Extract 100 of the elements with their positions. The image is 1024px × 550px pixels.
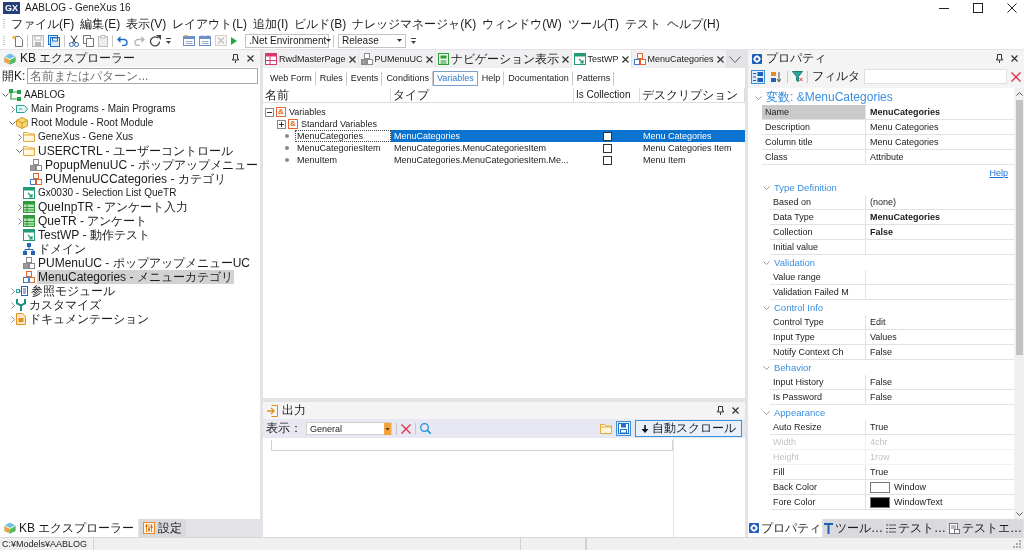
property-value[interactable]: False: [866, 345, 1014, 360]
pin-icon[interactable]: [996, 54, 1003, 63]
chevron-right-icon[interactable]: [10, 105, 15, 113]
clear-icon[interactable]: [1011, 71, 1021, 82]
property-value[interactable]: True: [866, 420, 1014, 435]
property-value[interactable]: WindowText: [866, 495, 1014, 510]
document-tab[interactable]: RwdMasterPage: [263, 50, 358, 68]
chevron-up-icon[interactable]: [1015, 92, 1023, 96]
document-tab[interactable]: ナビゲーション表示: [435, 50, 571, 68]
property-value[interactable]: MenuCategories: [866, 105, 1014, 120]
search-field[interactable]: 名前またはパターン...: [27, 68, 258, 84]
tree-item[interactable]: PUMenuUC - ポップアップメニューUC: [37, 256, 251, 270]
category-header[interactable]: Behavior: [752, 360, 1014, 375]
menu-item[interactable]: 編集(E): [77, 16, 124, 32]
menu-item[interactable]: ビルド(B): [291, 16, 350, 32]
tree-item[interactable]: Gx0030 - Selection List QueTR: [37, 186, 178, 200]
editor-tab[interactable]: Conditions: [382, 71, 433, 86]
variable-row[interactable]: MenuItem MenuCategories.MenuCategoriesItem.Me... Menu Item: [263, 154, 745, 166]
close-icon[interactable]: [1011, 55, 1018, 62]
chevron-right-icon[interactable]: [10, 287, 15, 295]
clear-icon[interactable]: [401, 423, 411, 434]
circular-arrow-icon[interactable]: [149, 34, 161, 47]
close-icon[interactable]: [1007, 3, 1017, 13]
property-value[interactable]: Edit: [866, 315, 1014, 330]
tree-item[interactable]: QueInpTR - アンケート入力: [37, 200, 190, 214]
copy-icon[interactable]: [83, 34, 94, 47]
auto-scroll-button[interactable]: 自動スクロール: [635, 420, 742, 437]
chevron-right-icon[interactable]: [17, 203, 22, 211]
editor-tab[interactable]: Events: [346, 71, 383, 86]
panel-tab[interactable]: テスト…: [885, 519, 947, 537]
minimize-icon[interactable]: [939, 7, 949, 9]
chevron-right-icon[interactable]: [10, 315, 15, 323]
property-value[interactable]: Values: [866, 330, 1014, 345]
tree-item[interactable]: カスタマイズ: [28, 298, 102, 312]
panel-tab[interactable]: ツール…: [823, 519, 884, 537]
play-icon[interactable]: [231, 36, 237, 45]
tree-item[interactable]: GeneXus - Gene Xus: [37, 130, 135, 144]
overflow-caret-icon[interactable]: [411, 37, 416, 44]
property-value[interactable]: Window: [866, 480, 1014, 495]
category-header[interactable]: Control Info: [752, 300, 1014, 315]
save-button[interactable]: [616, 421, 631, 436]
alphabetical-view-button[interactable]: [769, 69, 783, 84]
resize-grip-icon[interactable]: [1013, 540, 1021, 548]
editor-tab[interactable]: Web Form: [266, 71, 316, 86]
editor-tab[interactable]: Patterns: [572, 71, 615, 86]
property-value[interactable]: Menu Categories: [866, 135, 1014, 150]
tree-row[interactable]: & Standard Variables: [263, 118, 745, 130]
tree-item[interactable]: TestWP - 動作テスト: [37, 228, 151, 242]
menu-item[interactable]: ウィンドウ(W): [479, 16, 565, 32]
expand-box-icon[interactable]: [277, 119, 286, 129]
panel-tab[interactable]: プロパティ: [748, 519, 822, 537]
floppy-disks-icon[interactable]: [48, 34, 60, 47]
menu-item[interactable]: ヘルプ(H): [664, 16, 723, 32]
property-value[interactable]: Attribute: [866, 150, 1014, 165]
close-icon[interactable]: [247, 55, 254, 62]
chevron-down-icon[interactable]: [729, 55, 741, 63]
menu-item[interactable]: ナレッジマネージャ(K): [349, 16, 480, 32]
category-header[interactable]: 変数: &MenuCategories: [752, 90, 1014, 105]
chevron-down-icon[interactable]: [1015, 512, 1023, 516]
tree-item[interactable]: MenuCategories - メニューカテゴリ: [37, 270, 234, 284]
pin-icon[interactable]: [232, 54, 239, 63]
document-tab[interactable]: TestWP: [571, 50, 631, 68]
tree-item[interactable]: Root Module - Root Module: [30, 116, 155, 130]
panel-tab[interactable]: 設定: [139, 519, 187, 537]
menu-item[interactable]: ツール(T): [564, 16, 622, 32]
property-value[interactable]: False: [866, 225, 1014, 240]
tree-row[interactable]: & Variables: [263, 106, 745, 118]
environment-dropdown[interactable]: .Net Environment: [245, 33, 329, 48]
filter-icon[interactable]: [792, 71, 803, 82]
variable-row[interactable]: MenuCategoriesItem MenuCategories.MenuCategoriesItem Menu Categories Item: [263, 142, 745, 154]
chevron-down-icon[interactable]: [16, 149, 23, 153]
grid-window-icon[interactable]: [199, 35, 211, 46]
filter-field[interactable]: [864, 69, 1007, 84]
scrollbar-thumb[interactable]: [1015, 100, 1023, 355]
pin-icon[interactable]: [717, 406, 724, 415]
document-tab[interactable]: MenuCategories: [631, 50, 726, 68]
chevron-down-icon[interactable]: [9, 121, 16, 125]
tree-item[interactable]: ドメイン: [37, 242, 87, 256]
maximize-icon[interactable]: [973, 3, 983, 13]
category-header[interactable]: Appearance: [752, 405, 1014, 420]
close-icon[interactable]: [425, 55, 433, 63]
panel-tab[interactable]: テストエ…: [948, 519, 1023, 537]
menu-item[interactable]: 表示(V): [123, 16, 170, 32]
close-icon[interactable]: [561, 55, 569, 63]
close-icon[interactable]: [716, 55, 724, 63]
scissors-icon[interactable]: [69, 34, 79, 47]
collection-checkbox[interactable]: [602, 131, 612, 141]
property-value[interactable]: False: [866, 375, 1014, 390]
search-icon[interactable]: [420, 423, 431, 434]
editor-tab[interactable]: Help: [477, 71, 505, 86]
tree-item[interactable]: 参照モジュール: [30, 284, 116, 298]
tree-item[interactable]: ドキュメンテーション: [28, 312, 150, 326]
overflow-caret-icon[interactable]: [166, 37, 171, 44]
category-header[interactable]: Type Definition: [752, 180, 1014, 195]
tree-item[interactable]: AABLOG: [23, 88, 67, 102]
tree-item[interactable]: PopupMenuUC - ポップアップメニュー: [44, 158, 259, 172]
help-link[interactable]: Help: [989, 167, 1008, 178]
chevron-down-icon[interactable]: [2, 93, 9, 97]
property-value[interactable]: Menu Categories: [866, 120, 1014, 135]
editor-tab[interactable]: Documentation: [504, 71, 573, 86]
